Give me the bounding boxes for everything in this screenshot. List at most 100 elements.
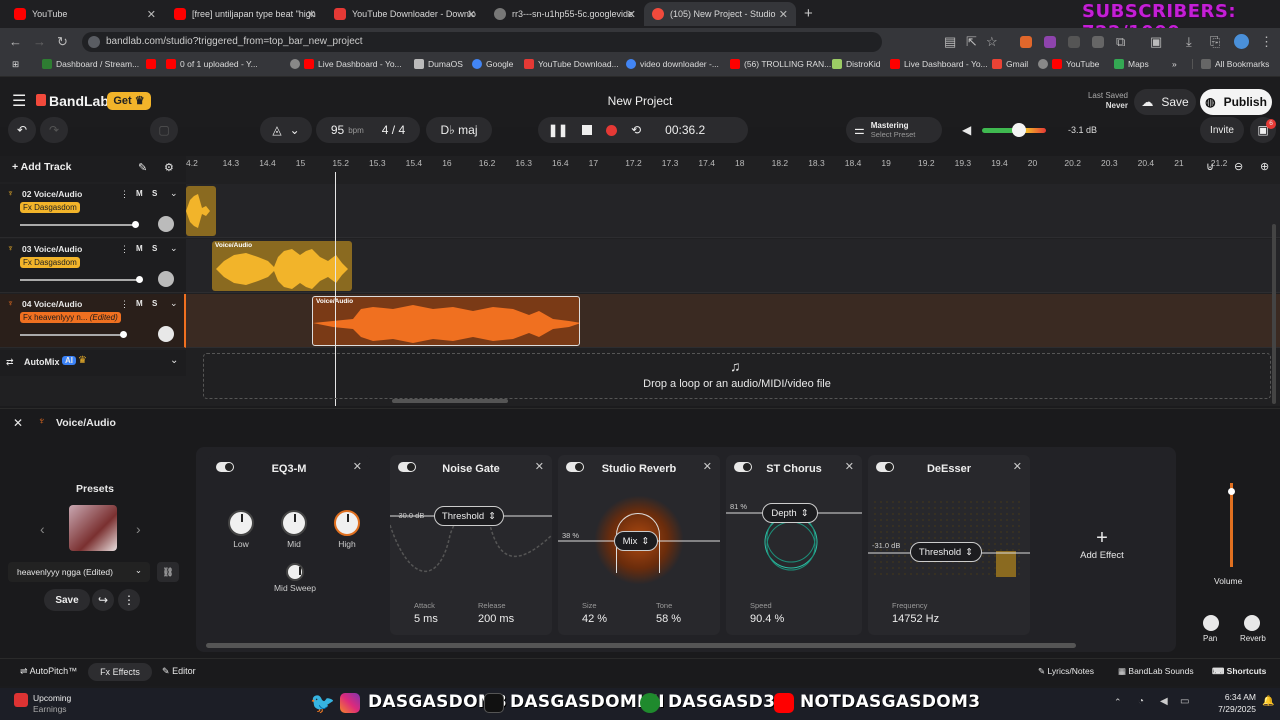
master-volume-knob[interactable] (1012, 123, 1026, 137)
audio-clip-selected[interactable]: Voice/Audio (312, 296, 580, 346)
pan-knob[interactable] (1203, 615, 1219, 631)
bookmark-gmail[interactable]: Gmail (992, 59, 1028, 69)
track-volume-slider[interactable] (20, 224, 136, 226)
pan-knob[interactable] (158, 216, 174, 232)
track-name[interactable]: 04 Voice/Audio (22, 299, 82, 309)
reverb-mix-selector[interactable]: Mix ⇕ (614, 531, 658, 551)
audio-clip[interactable]: Voice/Audio (212, 241, 352, 291)
chevron-down-icon[interactable]: ⌄ (170, 188, 178, 199)
clock-time[interactable]: 6:34 AM (1216, 692, 1256, 702)
close-icon[interactable]: ✕ (13, 416, 23, 430)
project-title[interactable]: New Project (540, 94, 740, 108)
back-icon[interactable]: ← (9, 34, 22, 49)
release-value[interactable]: 200 ms (478, 613, 514, 625)
star-icon[interactable]: ☆ (986, 34, 998, 50)
sidepanel-icon[interactable]: ▣ (1150, 34, 1162, 50)
bookmark-yt-downloader[interactable]: YouTube Download... (524, 59, 619, 69)
audio-clip[interactable] (186, 186, 216, 236)
tool-button[interactable]: ▢ (150, 117, 178, 143)
volume-icon[interactable]: ◀ (1160, 696, 1168, 707)
stop-icon[interactable] (582, 125, 593, 135)
notifications-icon[interactable]: 🔔 (1262, 696, 1274, 707)
track-header[interactable]: ♆ 02 Voice/Audio ⋮ M S ⌄ Fx Dasgasdom (0, 184, 186, 238)
close-icon[interactable]: ✕ (535, 460, 544, 473)
attack-value[interactable]: 5 ms (414, 613, 438, 625)
high-dial[interactable] (334, 510, 360, 536)
menu-icon[interactable]: ⋮ (1260, 34, 1273, 50)
chevron-down-icon[interactable]: ⌄ (170, 298, 178, 309)
pan-knob[interactable] (158, 326, 174, 342)
fx-preset-tag[interactable]: Fx heavenlyyy n... (Edited) (20, 312, 121, 323)
drop-zone[interactable]: ♫ Drop a loop or an audio/MIDI/video fil… (203, 353, 1271, 399)
extension-icon[interactable] (1044, 36, 1056, 48)
mute-button[interactable]: M (136, 299, 143, 308)
extension-icon[interactable] (1092, 36, 1104, 48)
clock-date[interactable]: 7/29/2025 (1208, 704, 1256, 714)
chevron-down-icon[interactable]: ⌄ (170, 355, 178, 366)
bookmark-youtube-2[interactable]: YouTube (1038, 59, 1099, 69)
forward-icon[interactable]: → (33, 34, 46, 49)
bookmark-live-dashboard[interactable]: Live Dashboard - Yo... (290, 59, 402, 69)
zoom-out-icon[interactable]: ⊖ (1234, 160, 1243, 173)
bookmark-google[interactable]: Google (472, 59, 513, 69)
volume-handle[interactable] (132, 221, 139, 228)
earnings-icon[interactable] (14, 693, 28, 707)
brush-icon[interactable]: ✎ (138, 161, 147, 174)
bookmark-trolling[interactable]: (56) TROLLING RAN... (730, 59, 831, 69)
close-icon[interactable]: ✕ (467, 8, 476, 21)
screen-icon[interactable]: ▤ (944, 34, 956, 50)
volume-handle[interactable] (136, 276, 143, 283)
undo-button[interactable]: ↶ (8, 117, 36, 143)
loop-icon[interactable]: ⟲ (631, 123, 641, 137)
track-name[interactable]: 02 Voice/Audio (22, 189, 82, 199)
size-value[interactable]: 42 % (582, 613, 607, 625)
volume-handle[interactable] (120, 331, 127, 338)
avatar[interactable] (1234, 34, 1249, 49)
all-bookmarks[interactable]: All Bookmarks (1192, 59, 1269, 69)
tab-beat[interactable]: [free] untiljapan type beat "high ✕ (166, 2, 324, 26)
share-button[interactable]: ↪ (92, 589, 114, 611)
add-effect-button[interactable]: + Add Effect (1052, 527, 1152, 561)
solo-button[interactable]: S (152, 244, 157, 253)
preset-artwork[interactable] (69, 505, 117, 551)
bookmark-video-downloader[interactable]: video downloader -... (626, 59, 719, 69)
solo-button[interactable]: S (152, 189, 157, 198)
bookmark-dashboard[interactable]: Dashboard / Stream... (42, 59, 139, 69)
tab-googlevideo[interactable]: rr3---sn-u1hp55-5c.googlevide ✕ (486, 2, 644, 26)
mid-dial[interactable] (281, 510, 307, 536)
speed-value[interactable]: 90.4 % (750, 613, 784, 625)
more-bookmarks-icon[interactable]: » (1172, 59, 1177, 69)
reverb-knob[interactable] (1244, 615, 1260, 631)
tab-bandlab-studio[interactable]: (105) New Project - Studio ✕ (644, 2, 796, 26)
share-icon[interactable]: ⇱ (966, 34, 977, 50)
fx-preset-tag[interactable]: Fx Dasgasdom (20, 202, 80, 213)
close-icon[interactable]: ✕ (353, 460, 362, 473)
chorus-depth-selector[interactable]: Depth ⇕ (762, 503, 818, 523)
master-volume-meter[interactable] (982, 123, 1046, 137)
pause-icon[interactable]: ❚❚ (548, 123, 568, 137)
extension-icon[interactable] (1068, 36, 1080, 48)
tone-value[interactable]: 58 % (656, 613, 681, 625)
preset-save-button[interactable]: Save (44, 589, 90, 611)
bookmark-youtube[interactable] (146, 59, 156, 69)
tab-youtube[interactable]: YouTube ✕ (6, 2, 164, 26)
tab-downloader[interactable]: YouTube Downloader - Downlo ✕ (326, 2, 484, 26)
preset-link-button[interactable]: ⛓ (157, 562, 179, 582)
bookmark-live-dashboard-2[interactable]: Live Dashboard - Yo... (890, 59, 988, 69)
save-button[interactable]: ☁ Save (1134, 89, 1196, 115)
close-icon[interactable]: ✕ (845, 460, 854, 473)
track-volume-slider[interactable] (20, 279, 140, 281)
track-lane[interactable]: Voice/Audio (186, 239, 1280, 293)
close-icon[interactable]: ✕ (1013, 460, 1022, 473)
get-membership-button[interactable]: Get ♛ (107, 92, 151, 110)
solo-button[interactable]: S (152, 299, 157, 308)
preset-selector[interactable]: heavenlyyy ngga (Edited) ⌄ (8, 562, 150, 582)
automix-row[interactable]: ⇄ AutoMix AI ♛ ⌄ (0, 350, 186, 376)
chevron-down-icon[interactable]: ⌄ (170, 243, 178, 254)
track-header[interactable]: ♆ 03 Voice/Audio ⋮ M S ⌄ Fx Dasgasdom (0, 239, 186, 293)
add-track-button[interactable]: + Add Track (12, 161, 71, 173)
close-icon[interactable]: ✕ (703, 460, 712, 473)
vertical-scrollbar[interactable] (1272, 224, 1276, 404)
mute-button[interactable]: M (136, 189, 143, 198)
invite-button[interactable]: Invite (1200, 117, 1244, 143)
